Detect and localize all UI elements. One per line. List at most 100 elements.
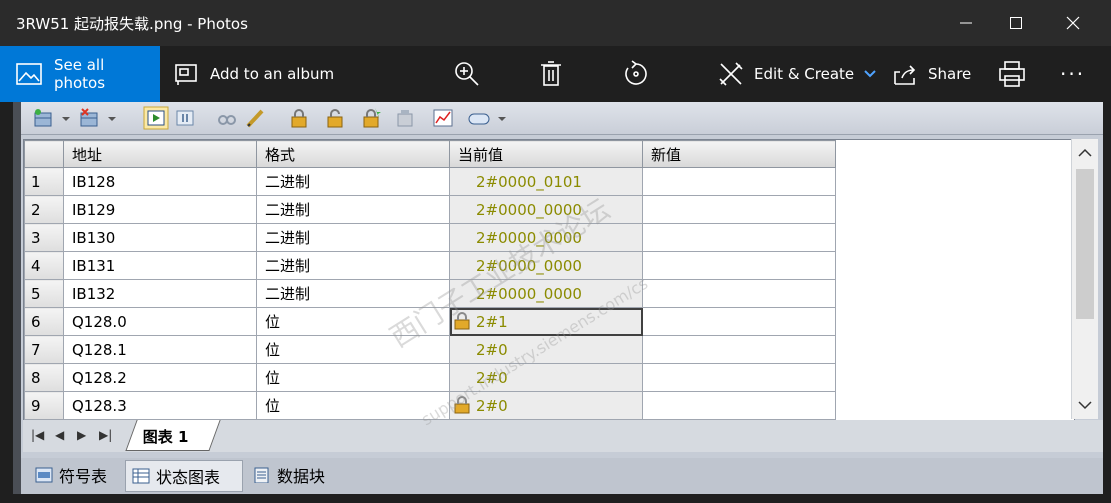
next-sheet-icon[interactable]: ▶ — [77, 428, 86, 442]
first-sheet-icon[interactable]: |◀ — [31, 428, 44, 442]
table-row[interactable]: 8 Q128.2 位 2#0 — [24, 363, 836, 392]
trend-chart-icon[interactable] — [433, 108, 453, 128]
format-cell[interactable]: 二进制 — [256, 251, 450, 280]
format-cell[interactable]: 二进制 — [256, 223, 450, 252]
new-value-cell[interactable] — [642, 251, 836, 280]
column-header-address[interactable]: 地址 — [63, 140, 257, 168]
table-row[interactable]: 2 IB129 二进制 2#0000_0000 — [24, 195, 836, 224]
force-lock-icon[interactable] — [289, 108, 309, 128]
edit-create-button[interactable]: Edit & Create — [718, 46, 876, 102]
new-value-cell[interactable] — [642, 391, 836, 420]
address-cell[interactable]: Q128.3 — [63, 391, 257, 420]
new-value-cell[interactable] — [642, 167, 836, 196]
current-value-cell[interactable]: 2#0000_0101 — [449, 167, 643, 196]
delete-row-icon[interactable] — [79, 108, 99, 128]
force-values-icon[interactable] — [361, 108, 381, 128]
row-number[interactable]: 7 — [24, 335, 64, 364]
table-row[interactable]: 3 IB130 二进制 2#0000_0000 — [24, 223, 836, 252]
format-cell[interactable]: 位 — [256, 391, 450, 420]
column-header-new-value[interactable]: 新值 — [642, 140, 836, 168]
table-row[interactable]: 9 Q128.3 位 2#0 — [24, 391, 836, 420]
address-cell[interactable]: Q128.1 — [63, 335, 257, 364]
sheet-tab[interactable]: 图表 1 — [125, 420, 221, 451]
glasses-icon[interactable] — [217, 108, 237, 128]
current-value-cell-text: 2#0 — [476, 340, 508, 359]
new-value-cell[interactable] — [642, 279, 836, 308]
new-value-cell[interactable] — [642, 223, 836, 252]
previous-sheet-icon[interactable]: ◀ — [55, 428, 64, 442]
row-number[interactable]: 8 — [24, 363, 64, 392]
table-row[interactable]: 6 Q128.0 位 2#1 — [24, 307, 836, 336]
column-header-format[interactable]: 格式 — [256, 140, 450, 168]
dropdown-arrow-icon[interactable] — [497, 108, 507, 128]
dropdown-arrow-icon[interactable] — [107, 108, 117, 128]
table-row[interactable]: 1 IB128 二进制 2#0000_0101 — [24, 167, 836, 196]
row-number[interactable]: 6 — [24, 307, 64, 336]
address-cell[interactable]: Q128.0 — [63, 307, 257, 336]
format-cell[interactable]: 位 — [256, 363, 450, 392]
current-value-cell[interactable]: 2#0000_0000 — [449, 195, 643, 224]
address-cell[interactable]: IB132 — [63, 279, 257, 308]
address-cell[interactable]: IB129 — [63, 195, 257, 224]
unforce-icon[interactable] — [325, 108, 345, 128]
row-number[interactable]: 2 — [24, 195, 64, 224]
address-cell-text: IB128 — [72, 172, 116, 191]
tab-symbol-table[interactable]: 符号表 — [29, 460, 121, 490]
row-number[interactable]: 9 — [24, 391, 64, 420]
row-number[interactable]: 5 — [24, 279, 64, 308]
current-value-cell[interactable]: 2#0000_0000 — [449, 279, 643, 308]
format-cell[interactable]: 二进制 — [256, 167, 450, 196]
current-value-cell[interactable]: 2#0 — [449, 363, 643, 392]
address-cell-text: IB131 — [72, 256, 116, 275]
more-options-button[interactable]: ··· — [1060, 46, 1085, 102]
scroll-thumb[interactable] — [1076, 169, 1094, 319]
current-value-cell[interactable]: 2#0 — [449, 391, 643, 420]
current-value-cell[interactable]: 2#0 — [449, 335, 643, 364]
address-cell[interactable]: IB128 — [63, 167, 257, 196]
format-cell[interactable]: 位 — [256, 335, 450, 364]
print-button[interactable] — [998, 46, 1026, 102]
table-row[interactable]: 7 Q128.1 位 2#0 — [24, 335, 836, 364]
format-cell[interactable]: 位 — [256, 307, 450, 336]
table-row[interactable]: 5 IB132 二进制 2#0000_0000 — [24, 279, 836, 308]
address-cell[interactable]: IB130 — [63, 223, 257, 252]
current-value-cell[interactable]: 2#0000_0000 — [449, 223, 643, 252]
current-value-cell[interactable]: 2#1 — [449, 307, 643, 336]
row-number[interactable]: 1 — [24, 167, 64, 196]
new-value-cell[interactable] — [642, 335, 836, 364]
new-value-cell[interactable] — [642, 195, 836, 224]
scroll-down-icon[interactable] — [1072, 395, 1098, 415]
peripheral-icon[interactable] — [395, 108, 415, 128]
row-number[interactable]: 4 — [24, 251, 64, 280]
new-value-cell[interactable] — [642, 307, 836, 336]
new-value-cell[interactable] — [642, 363, 836, 392]
add-to-album-button[interactable]: Add to an album — [174, 46, 334, 102]
last-sheet-icon[interactable]: ▶| — [99, 428, 112, 442]
monitor-pause-icon[interactable] — [175, 108, 195, 128]
format-cell[interactable]: 二进制 — [256, 279, 450, 308]
pencil-icon[interactable] — [245, 108, 265, 128]
address-cell[interactable]: Q128.2 — [63, 363, 257, 392]
see-all-photos-button[interactable]: See all photos — [0, 46, 160, 102]
dropdown-arrow-icon[interactable] — [61, 108, 71, 128]
vertical-scrollbar[interactable] — [1071, 139, 1098, 419]
column-header-current-value[interactable]: 当前值 — [449, 140, 643, 168]
tab-status-chart[interactable]: 状态图表 — [125, 460, 243, 492]
delete-button[interactable] — [540, 46, 562, 102]
format-cell[interactable]: 二进制 — [256, 195, 450, 224]
tag-icon[interactable] — [467, 108, 493, 128]
scroll-up-icon[interactable] — [1072, 143, 1098, 163]
rotate-button[interactable] — [622, 46, 650, 102]
table-row[interactable]: 4 IB131 二进制 2#0000_0000 — [24, 251, 836, 280]
address-cell[interactable]: IB131 — [63, 251, 257, 280]
close-button[interactable] — [1044, 0, 1102, 46]
tab-data-block[interactable]: 数据块 — [247, 460, 347, 490]
current-value-cell[interactable]: 2#0000_0000 — [449, 251, 643, 280]
tab-status-chart-label: 状态图表 — [156, 468, 221, 487]
insert-row-icon[interactable] — [33, 108, 53, 128]
maximize-button[interactable] — [987, 0, 1045, 46]
row-number[interactable]: 3 — [24, 223, 64, 252]
zoom-button[interactable] — [454, 46, 480, 102]
share-button[interactable]: Share — [892, 46, 971, 102]
monitor-play-icon[interactable] — [143, 106, 169, 130]
